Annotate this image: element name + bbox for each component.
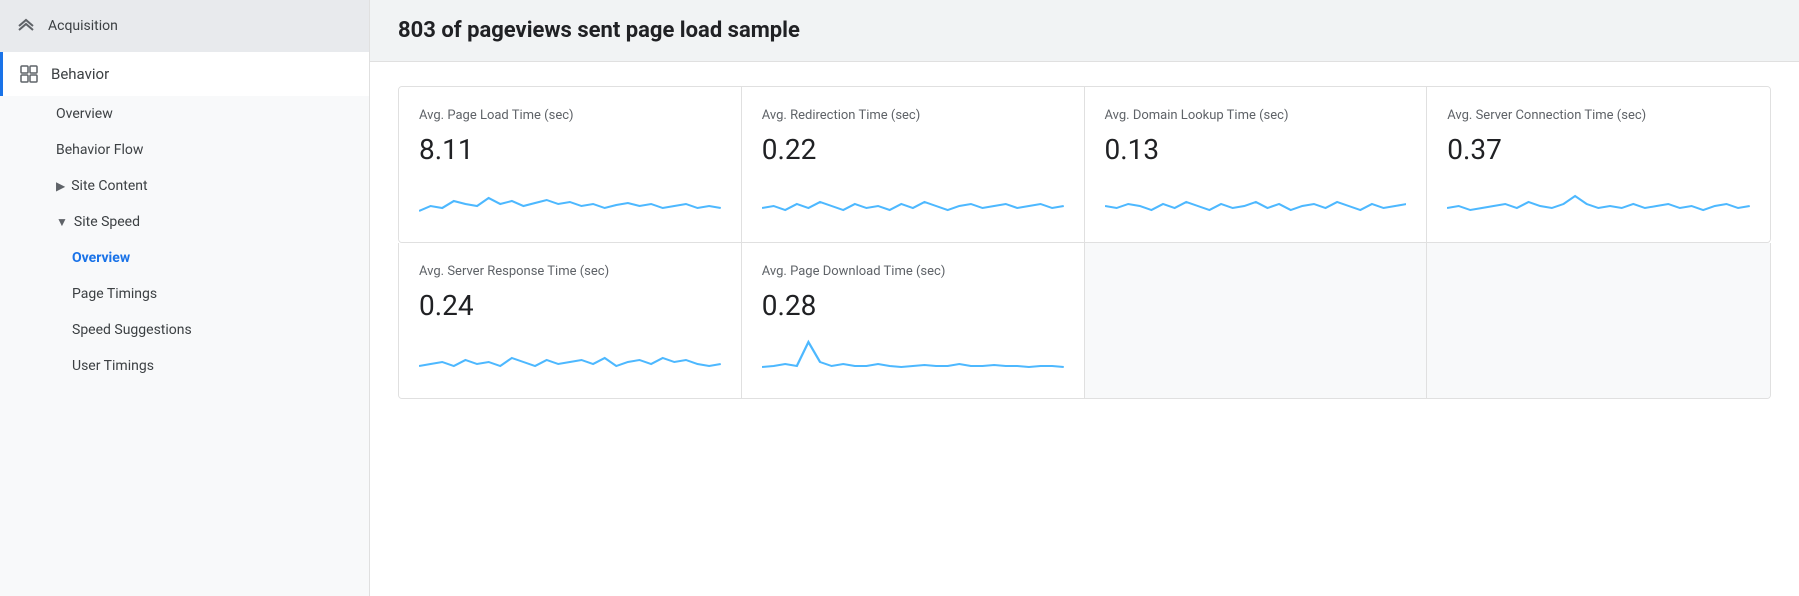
sidebar-sub-item-site-content[interactable]: ▶ Site Content <box>0 168 369 204</box>
metric-value-server-response: 0.24 <box>419 289 721 322</box>
sidebar: Acquisition Behavior Overview Behavior F… <box>0 0 370 596</box>
sidebar-sub-item-speed-overview[interactable]: Overview <box>0 240 369 276</box>
content-area: Avg. Page Load Time (sec) 8.11 Avg. Redi… <box>370 62 1799 423</box>
metric-card-page-load: Avg. Page Load Time (sec) 8.11 <box>399 87 742 242</box>
metric-value-domain-lookup: 0.13 <box>1105 133 1407 166</box>
sidebar-sub-item-user-timings[interactable]: User Timings <box>0 348 369 384</box>
sidebar-sub-item-speed-suggestions[interactable]: Speed Suggestions <box>0 312 369 348</box>
main-content: 803 of pageviews sent page load sample A… <box>370 0 1799 596</box>
metric-card-empty-2 <box>1427 243 1770 398</box>
sidebar-item-behavior[interactable]: Behavior <box>0 52 369 96</box>
metric-card-server-response: Avg. Server Response Time (sec) 0.24 <box>399 243 742 398</box>
metric-value-server-connection: 0.37 <box>1447 133 1750 166</box>
page-title: 803 of pageviews sent page load sample <box>398 18 1771 43</box>
sparkline-server-connection <box>1447 176 1750 226</box>
metric-card-domain-lookup: Avg. Domain Lookup Time (sec) 0.13 <box>1085 87 1428 242</box>
sidebar-sub-item-site-speed[interactable]: ▼ Site Speed <box>0 204 369 240</box>
metric-value-page-download: 0.28 <box>762 289 1064 322</box>
sidebar-sub-item-behavior-flow[interactable]: Behavior Flow <box>0 132 369 168</box>
metrics-grid-row2: Avg. Server Response Time (sec) 0.24 Avg… <box>398 243 1771 399</box>
metric-label-page-download: Avg. Page Download Time (sec) <box>762 263 1064 281</box>
sparkline-page-download <box>762 332 1064 382</box>
sidebar-sub-item-page-timings[interactable]: Page Timings <box>0 276 369 312</box>
arrow-right-icon: ▶ <box>56 179 65 193</box>
metric-label-server-connection: Avg. Server Connection Time (sec) <box>1447 107 1750 125</box>
metric-card-empty-1 <box>1085 243 1428 398</box>
metric-label-server-response: Avg. Server Response Time (sec) <box>419 263 721 281</box>
behavior-icon <box>19 64 39 84</box>
sparkline-server-response <box>419 332 721 382</box>
metric-label-page-load: Avg. Page Load Time (sec) <box>419 107 721 125</box>
sparkline-redirection <box>762 176 1064 226</box>
sparkline-page-load <box>419 176 721 226</box>
metrics-grid-row1: Avg. Page Load Time (sec) 8.11 Avg. Redi… <box>398 86 1771 243</box>
metric-value-redirection: 0.22 <box>762 133 1064 166</box>
metric-value-page-load: 8.11 <box>419 133 721 166</box>
sparkline-domain-lookup <box>1105 176 1407 226</box>
site-content-label: Site Content <box>71 178 147 194</box>
metric-label-redirection: Avg. Redirection Time (sec) <box>762 107 1064 125</box>
acquisition-label: Acquisition <box>48 18 118 34</box>
sidebar-sub-item-overview[interactable]: Overview <box>0 96 369 132</box>
sidebar-item-acquisition[interactable]: Acquisition <box>0 0 369 52</box>
metric-card-server-connection: Avg. Server Connection Time (sec) 0.37 <box>1427 87 1770 242</box>
arrow-down-icon: ▼ <box>56 215 68 229</box>
site-speed-label: Site Speed <box>74 214 140 230</box>
metric-card-redirection: Avg. Redirection Time (sec) 0.22 <box>742 87 1085 242</box>
page-header: 803 of pageviews sent page load sample <box>370 0 1799 62</box>
metric-card-page-download: Avg. Page Download Time (sec) 0.28 <box>742 243 1085 398</box>
metric-label-domain-lookup: Avg. Domain Lookup Time (sec) <box>1105 107 1407 125</box>
behavior-label: Behavior <box>51 65 109 83</box>
acquisition-icon <box>16 16 36 36</box>
